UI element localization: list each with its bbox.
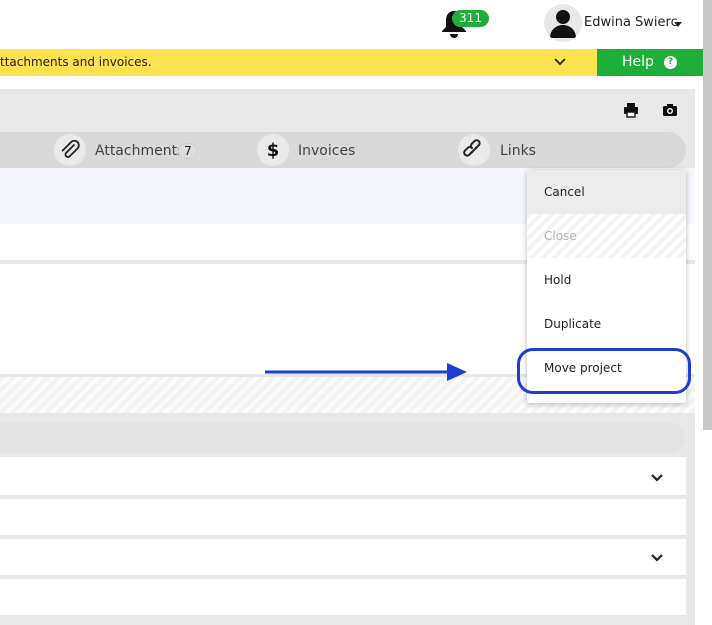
- paperclip-icon: [61, 139, 80, 158]
- dollar-icon: $: [267, 140, 280, 161]
- collapsible-row[interactable]: [0, 457, 686, 495]
- menu-item-cancel[interactable]: Cancel: [527, 170, 686, 214]
- chevron-down-icon[interactable]: [650, 473, 664, 483]
- tab-links-label[interactable]: Links: [500, 143, 536, 159]
- notice-text: ttachments and invoices.: [0, 55, 152, 69]
- content-row: [0, 579, 686, 615]
- chevron-down-icon[interactable]: [650, 553, 664, 563]
- arrow-right-icon: [265, 363, 467, 381]
- user-name[interactable]: Edwina Swierc: [584, 15, 678, 30]
- menu-item-close: Close: [527, 214, 686, 258]
- tab-links[interactable]: [458, 134, 490, 166]
- scrollbar[interactable]: [703, 0, 712, 430]
- user-avatar-icon: [550, 10, 576, 38]
- chevron-down-icon[interactable]: [552, 55, 568, 69]
- caret-down-icon[interactable]: [674, 22, 682, 27]
- help-label: Help: [622, 54, 654, 70]
- section-header-row: [0, 423, 685, 453]
- notification-count-badge: 311: [452, 10, 489, 27]
- menu-item-hold[interactable]: Hold: [527, 258, 686, 302]
- print-icon[interactable]: [622, 101, 640, 119]
- highlight-ring: [517, 348, 691, 394]
- tab-invoices-label[interactable]: Invoices: [298, 143, 355, 159]
- tab-attachments[interactable]: [54, 134, 86, 166]
- menu-item-duplicate[interactable]: Duplicate: [527, 302, 686, 346]
- tab-invoices[interactable]: $: [257, 134, 289, 166]
- collapsible-row[interactable]: [0, 539, 686, 575]
- content-row: [0, 499, 686, 535]
- tab-attachments-label[interactable]: Attachments: [95, 143, 184, 159]
- attachments-count-badge: 7: [178, 143, 198, 159]
- question-circle-icon: ?: [664, 56, 677, 69]
- link-icon: [463, 139, 481, 157]
- user-avatar[interactable]: [544, 4, 582, 42]
- camera-icon[interactable]: [661, 101, 679, 119]
- svg-text:$: $: [267, 140, 280, 161]
